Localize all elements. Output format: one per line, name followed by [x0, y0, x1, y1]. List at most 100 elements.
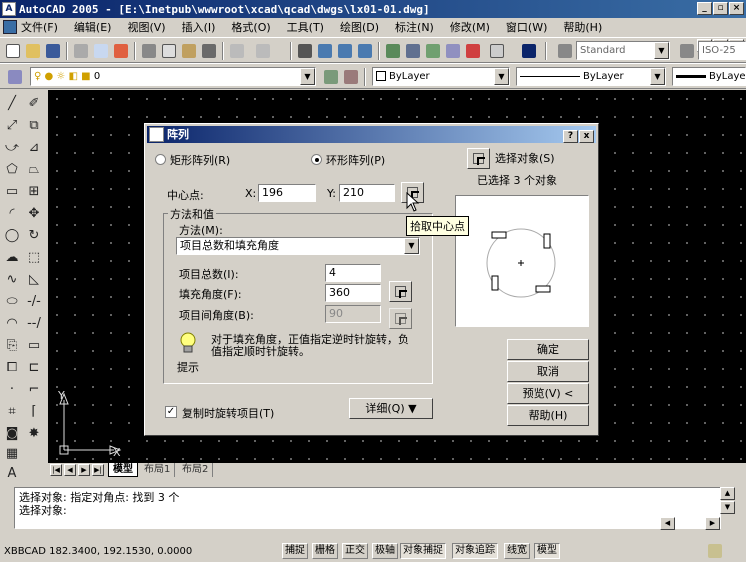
scroll-up-icon[interactable]: ▲ [720, 487, 735, 500]
sheet-set-icon[interactable] [444, 42, 462, 60]
join-icon[interactable]: ⌐ [24, 380, 44, 400]
gradient-icon[interactable]: ◙ [2, 424, 22, 444]
command-history[interactable]: 选择对象: 指定对角点: 找到 3 个 选择对象: [14, 487, 721, 529]
ellipse-arc-icon[interactable]: ◠ [2, 314, 22, 334]
tab-layout2[interactable]: 布局2 [178, 463, 214, 477]
paste-icon[interactable] [180, 42, 198, 60]
minimize-button[interactable]: _ [697, 2, 712, 15]
tab-next-button[interactable]: ▶ [78, 464, 90, 476]
break-at-point-icon[interactable]: ▭ [24, 336, 44, 356]
stretch-icon[interactable]: ◺ [24, 270, 44, 290]
polar-toggle[interactable]: 极轴 [372, 543, 398, 559]
publish-icon[interactable] [112, 42, 130, 60]
menu-view[interactable]: 视图(V) [127, 19, 165, 35]
preview-button[interactable]: 预览(V) < [507, 383, 589, 404]
explode-icon[interactable]: ✸ [24, 424, 44, 444]
extend-icon[interactable]: --/ [24, 314, 44, 334]
select-objects-button[interactable] [467, 148, 490, 169]
mirror-icon[interactable]: ⊿ [24, 138, 44, 158]
zoom-previous-icon[interactable] [356, 42, 374, 60]
menu-draw[interactable]: 绘图(D) [340, 19, 379, 35]
make-current-layer-icon[interactable] [322, 68, 340, 86]
lineweight-toggle[interactable]: 线宽 [504, 543, 530, 559]
total-items-input[interactable]: 4 [325, 264, 381, 282]
ortho-toggle[interactable]: 正交 [342, 543, 368, 559]
match-properties-icon[interactable] [200, 42, 218, 60]
tool-palettes-icon[interactable] [424, 42, 442, 60]
menu-tools[interactable]: 工具(T) [287, 19, 324, 35]
otrack-toggle[interactable]: 对象追踪 [452, 543, 498, 559]
rotate-items-label[interactable]: 复制时旋转项目(T) [182, 405, 274, 421]
ellipse-icon[interactable]: ⬭ [2, 292, 22, 312]
properties-icon[interactable] [384, 42, 402, 60]
chamfer-icon[interactable]: ⌈ [24, 402, 44, 422]
dialog-close-button[interactable]: x [579, 130, 594, 143]
linetype-select[interactable]: ByLayer ▼ [516, 67, 666, 86]
redo-icon[interactable] [254, 42, 272, 60]
menu-edit[interactable]: 编辑(E) [74, 19, 112, 35]
save-icon[interactable] [44, 42, 62, 60]
table-icon[interactable]: ▦ [2, 444, 22, 464]
lineweight-select[interactable]: ByLayer [672, 67, 746, 86]
move-icon[interactable]: ✥ [24, 204, 44, 224]
tab-first-button[interactable]: |◀ [50, 464, 62, 476]
menu-format[interactable]: 格式(O) [231, 19, 270, 35]
cut-icon[interactable] [140, 42, 158, 60]
new-icon[interactable] [4, 42, 22, 60]
polyline-icon[interactable]: ⤻ [2, 138, 22, 158]
insert-block-icon[interactable]: ⎘ [2, 336, 22, 356]
tab-layout1[interactable]: 布局1 [140, 463, 176, 477]
point-icon[interactable]: · [2, 380, 22, 400]
design-center-icon[interactable] [404, 42, 422, 60]
tab-prev-button[interactable]: ◀ [64, 464, 76, 476]
pan-icon[interactable] [296, 42, 314, 60]
polar-array-label[interactable]: 环形阵列(P) [326, 152, 385, 168]
hatch-icon[interactable]: ⌗ [2, 402, 22, 422]
layer-select[interactable]: ♀ ● ☼ ◧ ■ 0 ▼ [30, 67, 316, 86]
polygon-icon[interactable]: ⬠ [2, 160, 22, 180]
command-vertical-scrollbar[interactable]: ▲ ▼ [720, 487, 736, 515]
revcloud-icon[interactable]: ☁ [2, 248, 22, 268]
model-toggle[interactable]: 模型 [534, 543, 560, 559]
dim-style-icon[interactable] [678, 42, 696, 60]
tab-model[interactable]: 模型 [108, 463, 138, 477]
spline-icon[interactable]: ∿ [2, 270, 22, 290]
make-block-icon[interactable]: ⧠ [2, 358, 22, 378]
command-horizontal-scrollbar[interactable]: ◀ ▶ [660, 517, 720, 531]
method-select[interactable]: 项目总数和填充角度 ▼ [176, 237, 420, 255]
restore-button[interactable]: ▫ [713, 2, 728, 15]
menu-insert[interactable]: 插入(I) [182, 19, 216, 35]
zoom-window-icon[interactable] [336, 42, 354, 60]
scroll-right-icon[interactable]: ▶ [705, 517, 720, 530]
offset-icon[interactable]: ⏢ [24, 160, 44, 180]
menu-file[interactable]: 文件(F) [21, 19, 58, 35]
copy-object-icon[interactable]: ⧉ [24, 116, 44, 136]
comm-center-icon[interactable] [706, 542, 724, 560]
erase-icon[interactable]: ✐ [24, 94, 44, 114]
menu-modify[interactable]: 修改(M) [450, 19, 490, 35]
zoom-realtime-icon[interactable] [316, 42, 334, 60]
osnap-toggle[interactable]: 对象捕捉 [400, 543, 446, 559]
scroll-down-icon[interactable]: ▼ [720, 501, 735, 514]
close-button[interactable]: × [729, 2, 744, 15]
center-y-input[interactable]: 210 [339, 184, 395, 202]
menu-window[interactable]: 窗口(W) [506, 19, 547, 35]
text-style-icon[interactable] [556, 42, 574, 60]
center-x-input[interactable]: 196 [258, 184, 316, 202]
snap-toggle[interactable]: 捕捉 [282, 543, 308, 559]
dialog-help-button[interactable]: ? [563, 130, 578, 143]
break-icon[interactable]: ⊏ [24, 358, 44, 378]
help-icon[interactable] [520, 42, 538, 60]
layer-manager-icon[interactable] [6, 68, 24, 86]
document-icon[interactable] [3, 20, 17, 34]
select-objects-label[interactable]: 选择对象(S) [495, 150, 555, 166]
print-icon[interactable] [72, 42, 90, 60]
rect-array-label[interactable]: 矩形阵列(R) [170, 152, 230, 168]
line-icon[interactable]: ╱ [2, 94, 22, 114]
help-button[interactable]: 帮助(H) [507, 405, 589, 426]
trim-icon[interactable]: -/- [24, 292, 44, 312]
polar-array-radio[interactable] [311, 154, 322, 165]
plot-preview-icon[interactable] [92, 42, 110, 60]
array-icon[interactable]: ⊞ [24, 182, 44, 202]
scroll-left-icon[interactable]: ◀ [660, 517, 675, 530]
